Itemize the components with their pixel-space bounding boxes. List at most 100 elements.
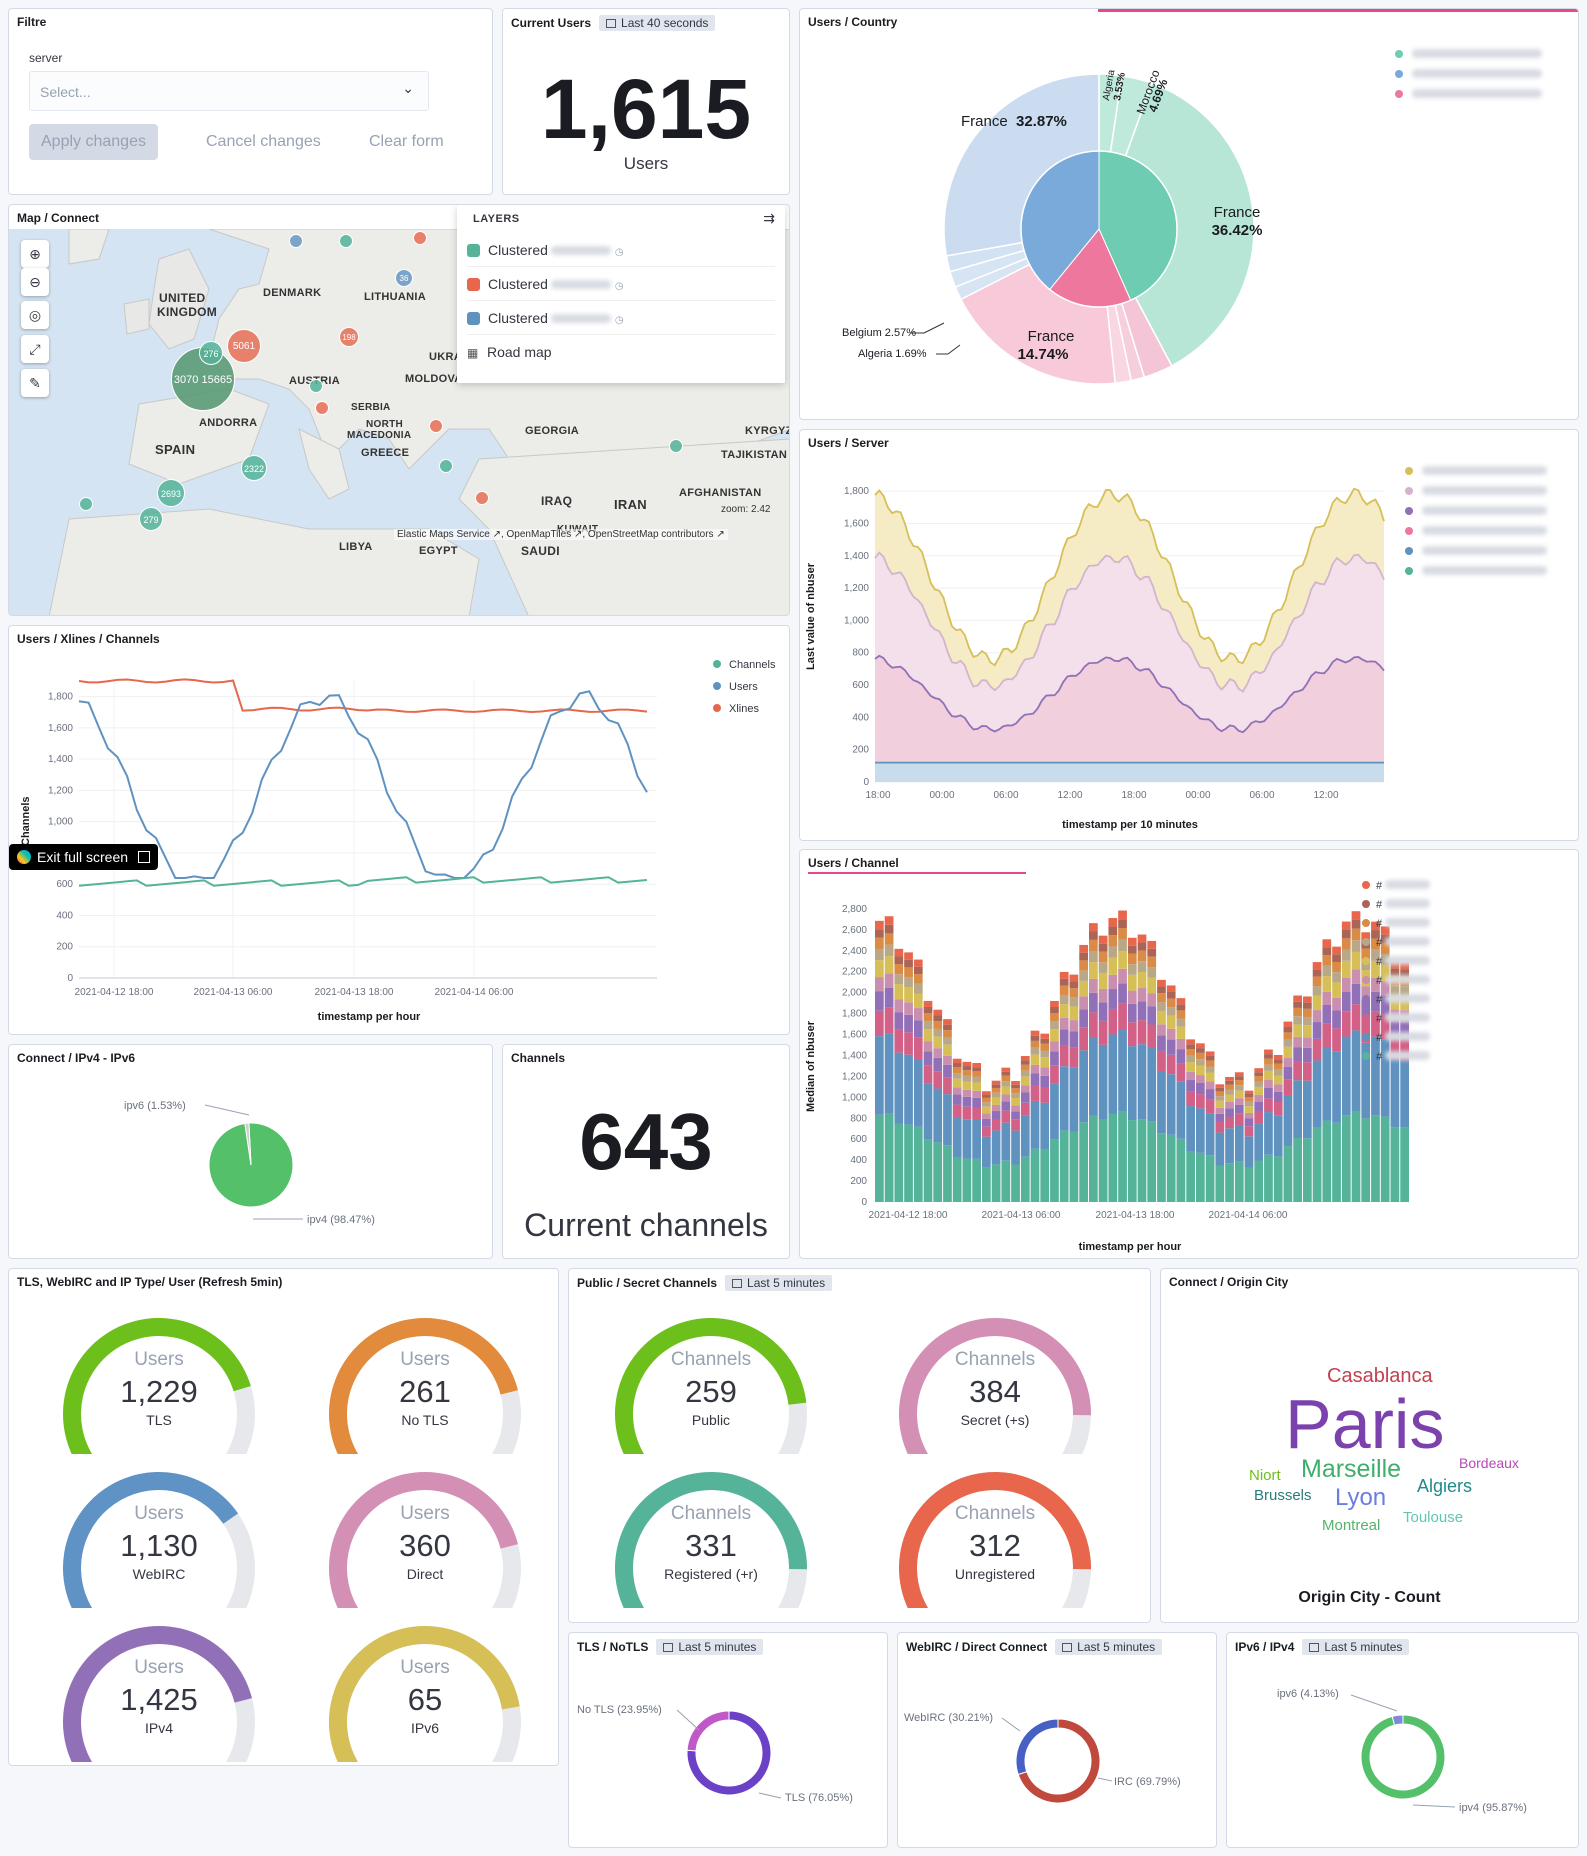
- map-cluster[interactable]: [315, 401, 329, 415]
- gauge[interactable]: Channels 331 Registered (+r): [591, 1458, 831, 1622]
- users-channel-chart[interactable]: 0 200 400 600 800 1,000 1,200 1,400 1,600 1,800 2,…: [800, 850, 1579, 1259]
- gauge[interactable]: Users 1,229 TLS: [39, 1304, 279, 1471]
- stacked-bar-segment: [1098, 1002, 1108, 1021]
- clear-form-button[interactable]: Clear form: [357, 124, 456, 160]
- map-cluster[interactable]: [309, 379, 323, 393]
- gauge[interactable]: Users 360 Direct: [305, 1458, 545, 1625]
- stacked-bar-segment: [1079, 1009, 1088, 1028]
- gauge-sub: Unregistered: [954, 1566, 1036, 1582]
- layer-row[interactable]: Clustered ◷: [467, 301, 775, 335]
- stacked-bar-segment: [1205, 1060, 1215, 1067]
- stacked-bar-segment: [1312, 1022, 1322, 1039]
- legend-item[interactable]: #: [1362, 1013, 1431, 1025]
- legend-item[interactable]: [1395, 49, 1542, 61]
- gauge[interactable]: Users 1,130 WebIRC: [39, 1458, 279, 1625]
- collapse-icon[interactable]: ⇉: [763, 210, 775, 227]
- apply-changes-button[interactable]: Apply changes: [29, 124, 158, 160]
- server-select[interactable]: Select... ⌄: [29, 71, 429, 111]
- y-tick-label: 600: [56, 879, 73, 890]
- word-algiers[interactable]: Algiers: [1417, 1476, 1472, 1497]
- word-toulouse[interactable]: Toulouse: [1403, 1509, 1463, 1526]
- legend-item[interactable]: #: [1362, 994, 1431, 1006]
- legend-item[interactable]: #: [1362, 937, 1431, 949]
- legend-item[interactable]: [1405, 546, 1547, 558]
- map-cluster[interactable]: [439, 459, 453, 473]
- word-lyon[interactable]: Lyon: [1335, 1484, 1386, 1512]
- map-cluster[interactable]: [79, 497, 93, 511]
- stacked-bar-segment: [904, 1002, 913, 1015]
- legend-item[interactable]: [1405, 486, 1547, 498]
- map-cluster[interactable]: [669, 439, 683, 453]
- gauge[interactable]: Users 261 No TLS: [305, 1304, 545, 1471]
- zoom-out-button[interactable]: ⊖: [21, 268, 49, 296]
- map-cluster[interactable]: [413, 231, 427, 245]
- gauge[interactable]: Users 1,425 IPv4: [39, 1612, 279, 1765]
- y-tick-label: 1,800: [844, 486, 869, 497]
- legend-item[interactable]: [1405, 566, 1547, 578]
- pie-slice[interactable]: [1015, 1718, 1059, 1776]
- legend-item[interactable]: [1405, 466, 1547, 478]
- legend-item[interactable]: #: [1362, 956, 1431, 968]
- pie-slice[interactable]: [1391, 1714, 1404, 1726]
- stacked-bar-segment: [923, 1029, 933, 1042]
- legend-item[interactable]: #: [1362, 918, 1431, 930]
- map-cluster[interactable]: [339, 234, 353, 248]
- layer-row[interactable]: Clustered ◷: [467, 233, 775, 267]
- time-badge[interactable]: Last 5 minutes: [725, 1275, 833, 1291]
- stacked-bar-segment: [1001, 1086, 1011, 1095]
- gauge[interactable]: Users 65 IPv6: [305, 1612, 545, 1765]
- map-cluster[interactable]: [429, 419, 443, 433]
- legend-item[interactable]: #: [1362, 880, 1431, 892]
- gauge[interactable]: Channels 384 Secret (+s): [875, 1304, 1115, 1471]
- gauge[interactable]: Channels 312 Unregistered: [875, 1458, 1115, 1622]
- map-cluster[interactable]: 276: [199, 341, 223, 365]
- map-cluster[interactable]: 198: [339, 327, 359, 347]
- legend-item[interactable]: [1395, 89, 1542, 101]
- stacked-bar-segment: [962, 1096, 972, 1107]
- word-niort[interactable]: Niort: [1249, 1467, 1281, 1484]
- word-brussels[interactable]: Brussels: [1254, 1487, 1312, 1504]
- map-cluster[interactable]: 36: [395, 269, 413, 287]
- measure-icon[interactable]: ✎: [21, 369, 49, 397]
- stacked-bar-segment: [1050, 1029, 1059, 1042]
- layer-row[interactable]: Clustered ◷: [467, 267, 775, 301]
- pie-slice[interactable]: [1360, 1714, 1446, 1800]
- word-marseille[interactable]: Marseille: [1301, 1455, 1401, 1484]
- zoom-in-button[interactable]: ⊕: [21, 240, 49, 268]
- locate-icon[interactable]: ◎: [21, 301, 49, 329]
- map-cluster[interactable]: 2322: [241, 455, 267, 481]
- xlines-chart[interactable]: 02004006008001,0001,2001,4001,6001,80020…: [9, 626, 790, 1035]
- legend-item[interactable]: #: [1362, 975, 1431, 987]
- ipv-pie[interactable]: ipv6 (1.53%) ipv4 (98.47%): [9, 1045, 493, 1259]
- legend-item[interactable]: #: [1362, 899, 1431, 911]
- stacked-bar-segment: [1303, 1047, 1312, 1063]
- time-badge[interactable]: Last 40 seconds: [599, 15, 716, 31]
- legend-item[interactable]: #: [1362, 1032, 1431, 1044]
- legend-item[interactable]: [1395, 69, 1542, 81]
- legend-item[interactable]: #: [1362, 1051, 1431, 1063]
- map-cluster[interactable]: 2693: [157, 479, 185, 507]
- word-bordeaux[interactable]: Bordeaux: [1459, 1455, 1519, 1471]
- map-cluster[interactable]: 279: [139, 507, 163, 531]
- map-cluster[interactable]: 5061: [227, 329, 261, 363]
- stacked-bar-segment: [1205, 1155, 1215, 1202]
- cancel-changes-button[interactable]: Cancel changes: [194, 124, 333, 160]
- webirc-donut[interactable]: WebIRC (30.21%) IRC (69.79%): [898, 1633, 1217, 1848]
- fullscreen-icon[interactable]: ⤢: [21, 335, 49, 363]
- exit-fullscreen-button[interactable]: Exit full screen: [9, 844, 158, 870]
- legend-item[interactable]: [1405, 526, 1547, 538]
- tls-donut[interactable]: No TLS (23.95%) TLS (76.05%): [569, 1633, 888, 1848]
- stacked-bar-segment: [1147, 1047, 1157, 1122]
- stacked-bar-segment: [1254, 1160, 1264, 1202]
- word-montreal[interactable]: Montreal: [1322, 1517, 1380, 1534]
- legend-item[interactable]: [1405, 506, 1547, 518]
- map-cluster[interactable]: [289, 234, 303, 248]
- layer-row[interactable]: ▦ Road map: [467, 335, 775, 369]
- pie-slice[interactable]: [686, 1710, 730, 1752]
- gauge[interactable]: Channels 259 Public: [591, 1304, 831, 1471]
- ipv-donut[interactable]: ipv6 (4.13%) ipv4 (95.87%): [1227, 1633, 1579, 1848]
- stacked-bar-segment: [1020, 1070, 1030, 1077]
- channels-panel: Channels 643 Current channels: [502, 1044, 790, 1259]
- map-cluster[interactable]: [475, 491, 489, 505]
- stacked-bar-segment: [1332, 1028, 1341, 1052]
